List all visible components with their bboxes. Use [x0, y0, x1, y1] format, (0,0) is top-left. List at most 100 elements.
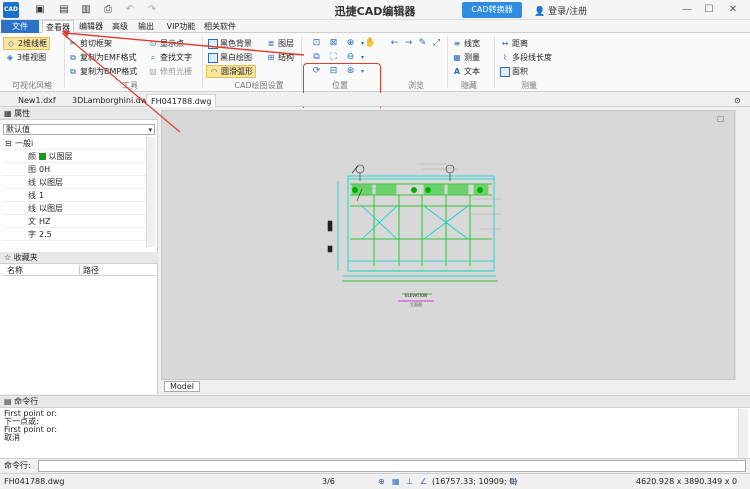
- command-scrollbar[interactable]: [738, 409, 748, 458]
- tab-advanced[interactable]: 高级: [108, 20, 132, 33]
- 3d-view-button[interactable]: ◈ 3维视图: [5, 51, 46, 64]
- status-coordinates: (16757.33; 10909; 0): [432, 477, 518, 486]
- polyline-length-button[interactable]: ⌇ 多段线长度: [500, 51, 552, 64]
- show-points-button[interactable]: ⊙ 显示点: [148, 37, 184, 50]
- doc-tab-lamborghini[interactable]: 3DLamborghini.dwg: [68, 94, 156, 107]
- ribbon-divider: [301, 36, 302, 88]
- group-label-cad-settings: CAD绘图设置: [234, 81, 284, 90]
- drawing-canvas[interactable]: ELEVATION 立面图: [161, 110, 735, 380]
- edit-icon[interactable]: ✎: [416, 37, 429, 50]
- line-width-button[interactable]: ≡ 线宽: [452, 37, 480, 50]
- tab-menu-icon[interactable]: ⊙: [730, 94, 745, 107]
- black-background-button[interactable]: 黑色背景: [208, 37, 252, 50]
- properties-select[interactable]: 默认值 ▾: [3, 124, 155, 135]
- black-white-drawing-button[interactable]: 黑白绘图: [208, 51, 252, 64]
- property-row[interactable]: 图 0H: [3, 163, 146, 176]
- status-bar: FH041788.dwg 3/6 ⊕ ▦ ⊥ ∠ (16757.33; 1090…: [0, 473, 750, 489]
- ortho-icon[interactable]: ⊥: [406, 474, 413, 489]
- clip-frame-button[interactable]: ✂ 剪切框架: [68, 37, 112, 50]
- tab-viewer[interactable]: 查看器: [42, 20, 74, 33]
- minimize-icon[interactable]: —: [680, 3, 694, 17]
- arrow-left-icon[interactable]: ←: [388, 37, 401, 50]
- canvas-restore-icon[interactable]: ▢: [717, 114, 725, 123]
- app-logo[interactable]: CAD: [3, 2, 19, 18]
- doc-tab-new1[interactable]: New1.dxf: [14, 94, 60, 107]
- zoom-previous-icon[interactable]: ⧉: [310, 51, 323, 64]
- column-name[interactable]: 名称: [7, 265, 23, 276]
- command-input[interactable]: [38, 460, 746, 472]
- grid-icon[interactable]: ▦: [392, 474, 400, 489]
- pan-hand-icon[interactable]: ✋: [364, 37, 377, 50]
- copy-emf-button[interactable]: ⧉ 复制为EMF格式: [68, 51, 136, 64]
- zoom-window-icon[interactable]: ⊠: [327, 37, 340, 50]
- chevron-down-icon[interactable]: ▾: [356, 65, 369, 78]
- redo-icon[interactable]: ↷: [146, 4, 158, 16]
- find-text-button[interactable]: ⌕ 查找文字: [148, 51, 192, 64]
- arrow-right-icon[interactable]: →: [402, 37, 415, 50]
- property-row[interactable]: 线以图层: [3, 176, 146, 189]
- cad-converter-button[interactable]: CAD转换器: [462, 2, 522, 18]
- property-group-general[interactable]: ⊟ 一般i: [3, 137, 146, 150]
- tab-output[interactable]: 输出: [134, 20, 158, 33]
- new-file-icon[interactable]: ▣: [34, 4, 46, 16]
- favorites-table-header: 名称 路径: [3, 265, 155, 276]
- text-button[interactable]: A 文本: [452, 65, 480, 78]
- area-button[interactable]: 面积: [500, 65, 528, 78]
- group-label-hide: 隐藏: [461, 81, 477, 90]
- group-label-measure: 测量: [521, 81, 537, 90]
- structure-button[interactable]: ⊞ 结构: [266, 51, 294, 64]
- document-tabs: New1.dxf 3DLamborghini.dwg FH041788.dwg …: [0, 93, 750, 107]
- layout-icon[interactable]: ⊞: [510, 474, 517, 489]
- ribbon-tabs: 文件 查看器 编辑器 高级 输出 VIP功能 相关软件: [0, 20, 750, 33]
- zoom-extents-icon[interactable]: ⊡: [310, 37, 323, 50]
- zoom-selection-icon[interactable]: ⊟: [327, 65, 340, 78]
- smooth-arc-button[interactable]: ◠ 圆滑弧形: [206, 65, 256, 78]
- undo-icon[interactable]: ↶: [124, 4, 136, 16]
- maximize-icon[interactable]: ☐: [702, 3, 716, 17]
- bw-drawing-icon: [208, 52, 218, 63]
- tab-vip[interactable]: VIP功能: [162, 20, 200, 33]
- ribbon-divider: [447, 36, 448, 88]
- group-label-tools: 工具: [122, 81, 138, 90]
- copy-bmp-button[interactable]: ⧉ 复制为BMP格式: [68, 65, 137, 78]
- property-row[interactable]: 文 HZ: [3, 215, 146, 228]
- properties-scrollbar[interactable]: [146, 137, 155, 247]
- group-label-browse: 浏览: [408, 81, 424, 90]
- polar-icon[interactable]: ∠: [420, 474, 427, 489]
- property-row[interactable]: 字 2.5: [3, 228, 146, 241]
- snap-icon[interactable]: ⊕: [378, 474, 385, 489]
- login-register-link[interactable]: 👤 登录/注册: [534, 4, 587, 17]
- layers-icon: ≣: [267, 38, 275, 48]
- chevron-down-icon: ▾: [148, 126, 152, 134]
- cube-icon: ◈: [6, 52, 14, 62]
- tab-editor[interactable]: 编辑器: [76, 20, 106, 33]
- hide-measure-button[interactable]: ▦ 测量: [452, 51, 480, 64]
- trim-raster-button[interactable]: ▨ 修剪光栅: [148, 65, 192, 78]
- open-file-icon[interactable]: ▤: [58, 4, 70, 16]
- text-icon: A: [453, 66, 461, 76]
- distance-button[interactable]: ↔ 距离: [500, 37, 528, 50]
- tab-file[interactable]: 文件: [1, 20, 39, 33]
- fullscreen-icon[interactable]: ⤢: [430, 37, 443, 50]
- column-path[interactable]: 路径: [83, 265, 99, 276]
- layers-button[interactable]: ≣ 图层: [266, 37, 294, 50]
- 2d-wireframe-button[interactable]: ◇ 2维线框: [3, 37, 51, 50]
- color-swatch: [39, 153, 46, 160]
- chevron-down-icon[interactable]: ▾: [356, 51, 369, 64]
- copy-icon: ⧉: [70, 66, 76, 76]
- ribbon-divider: [202, 36, 203, 88]
- zoom-realtime-icon[interactable]: ⟳: [310, 65, 323, 78]
- status-filename: FH041788.dwg: [4, 477, 65, 486]
- print-icon[interactable]: ⎙: [102, 4, 114, 16]
- tab-related-software[interactable]: 相关软件: [202, 20, 238, 33]
- ruler-icon: ▦: [453, 52, 461, 62]
- property-row[interactable]: 颜 以图层: [3, 150, 146, 163]
- canvas-vertical-scrollbar[interactable]: [735, 110, 747, 380]
- save-icon[interactable]: ▥: [80, 4, 92, 16]
- property-row[interactable]: 线1: [3, 189, 146, 202]
- zoom-fit-icon[interactable]: ⛶: [327, 51, 340, 64]
- close-icon[interactable]: ✕: [726, 3, 740, 17]
- property-row[interactable]: 线以图层: [3, 202, 146, 215]
- doc-tab-fh041788[interactable]: FH041788.dwg: [146, 94, 217, 107]
- model-tab[interactable]: Model: [164, 381, 201, 392]
